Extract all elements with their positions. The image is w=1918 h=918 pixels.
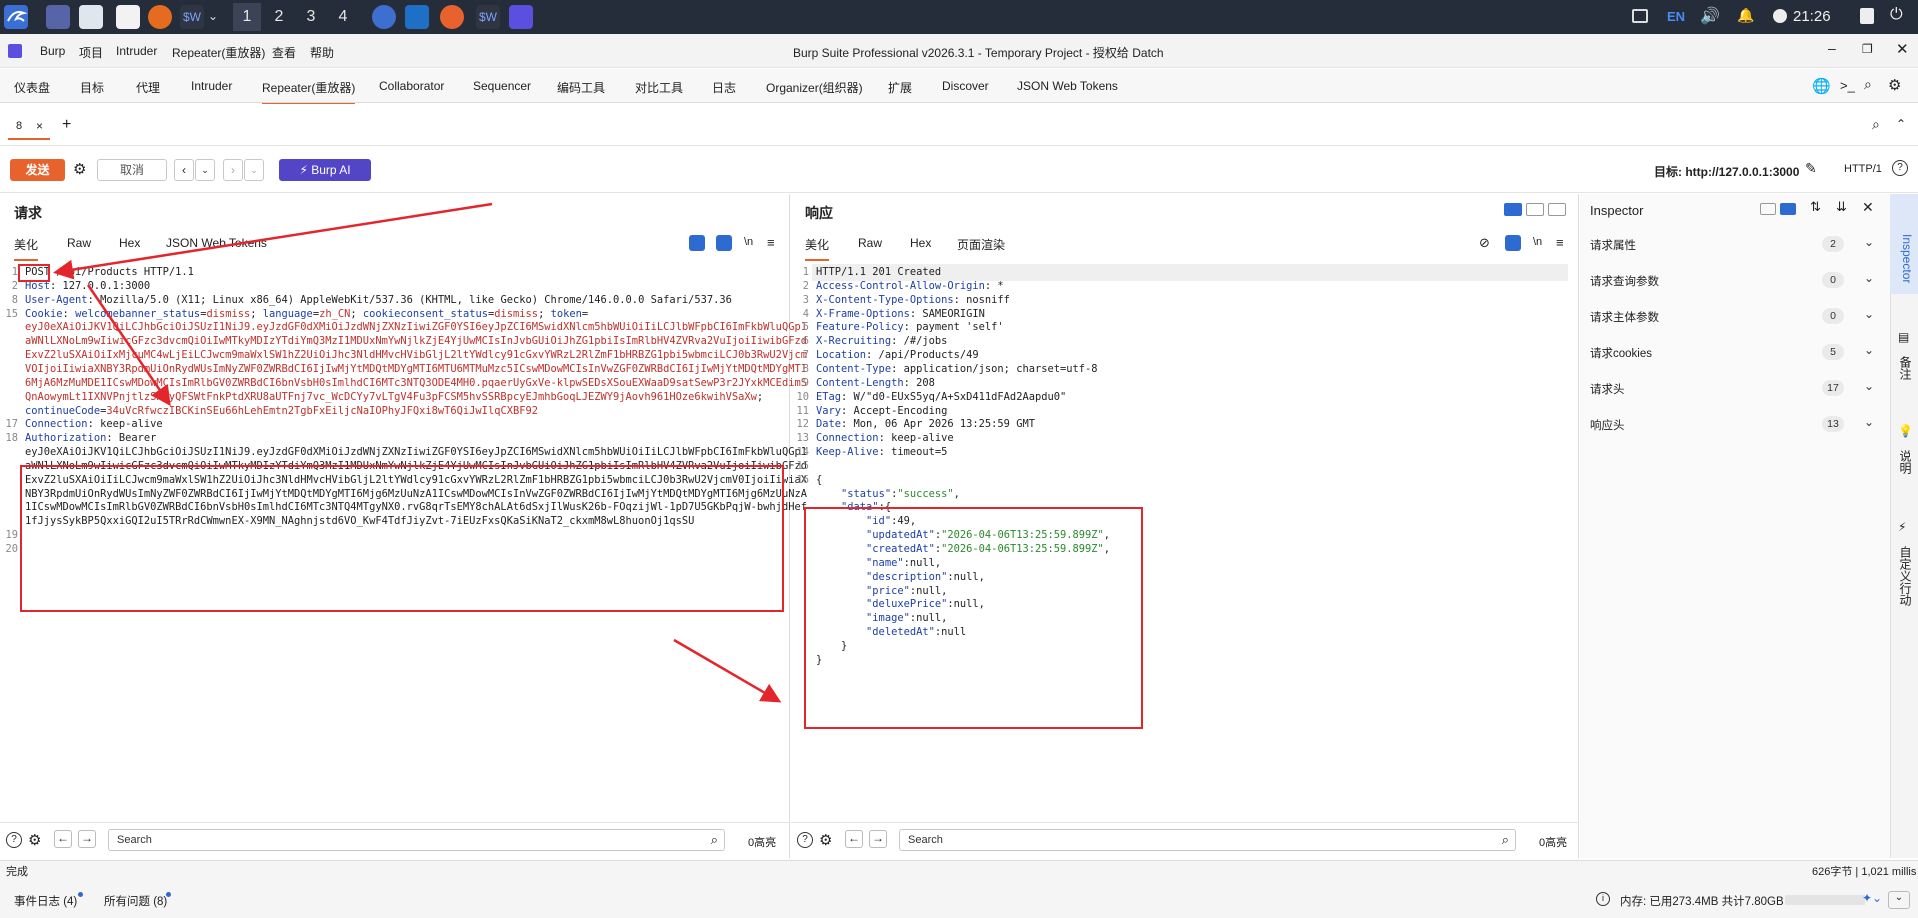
side-tab-inspector[interactable]: Inspector [1896,234,1914,283]
arrow-to-auth [86,284,171,407]
inspector-row-label: 请求头 [1590,384,1625,396]
req-search-settings-icon[interactable]: ⚙ [28,831,41,849]
res-highlight-count: 0高亮 [1539,837,1568,849]
request-search-input[interactable]: Search ⌕ [108,829,725,851]
inspector-row-count: 0 [1822,272,1844,288]
status-bytes-text: 626字节 | 1,021 millis [1812,866,1917,878]
chevron-down-icon: ⌄ [1863,343,1874,357]
status-dropdown-icon[interactable]: ⌄ [1888,891,1910,909]
request-search-bar: ? ⚙ ← → Search ⌕ 0高亮 [0,822,790,858]
inspector-row-response-headers[interactable]: 响应头 13 ⌄ [1590,409,1880,439]
chevron-down-icon: ⌄ [1863,415,1874,429]
res-next-icon[interactable]: → [869,830,887,848]
chevron-down-icon: ⌄ [1863,235,1874,249]
chevron-down-icon: ⌄ [1863,379,1874,393]
inspector-layout-1-icon[interactable] [1760,203,1776,215]
req-search-icon: ⌕ [710,832,718,847]
inspector-layout-2-icon[interactable] [1780,203,1796,215]
status-done-text: 完成 [6,866,28,878]
inspector-row-label: 请求主体参数 [1590,312,1659,324]
memory-usage-text: 内存: 已用273.4MB 共计7.80GB [1620,896,1784,908]
req-search-placeholder: Search [117,834,152,846]
inspector-row-label: 请求查询参数 [1590,276,1659,288]
inspector-row-request-attributes[interactable]: 请求属性 2 ⌄ [1590,229,1880,259]
ai-status-icon[interactable]: ✦⌄ [1862,891,1882,905]
req-next-icon[interactable]: → [78,830,96,848]
event-log-button[interactable]: 事件日志 (4) [14,893,77,909]
inspector-close-icon[interactable]: ✕ [1862,199,1874,216]
inspector-row-label: 请求cookies [1590,348,1652,360]
inspector-collapse-icon[interactable]: ⇊ [1836,199,1847,215]
res-search-settings-icon[interactable]: ⚙ [819,831,832,849]
side-tab-explanation[interactable]: 说明 [1896,450,1914,474]
arrow-to-response [673,638,782,703]
response-search-input[interactable]: Search ⌕ [899,829,1516,851]
status-bar: 完成 626字节 | 1,021 millis 事件日志 (4) 所有问题 (8… [0,860,1918,918]
bolt-icon[interactable]: ⚡ [1898,520,1906,534]
info-icon[interactable]: i [1596,892,1610,906]
inspector-row-request-headers[interactable]: 请求头 17 ⌄ [1590,373,1880,403]
req-highlight-count: 0高亮 [748,837,777,849]
inspector-row-cookies[interactable]: 请求cookies 5 ⌄ [1590,337,1880,367]
res-search-icon: ⌕ [1501,832,1509,847]
event-log-dot-icon [78,892,83,897]
arrow-to-post [53,202,493,280]
all-issues-button[interactable]: 所有问题 (8) [104,893,167,909]
chevron-down-icon: ⌄ [1863,307,1874,321]
req-help-icon[interactable]: ? [6,832,22,848]
inspector-row-count: 17 [1822,380,1844,396]
side-tab-notes[interactable]: 备注 [1896,356,1914,380]
response-search-bar: ? ⚙ ← → Search ⌕ 0高亮 [791,822,1579,858]
inspector-row-label: 响应头 [1590,420,1625,432]
inspector-row-count: 0 [1822,308,1844,324]
res-search-placeholder: Search [908,834,943,846]
inspector-row-count: 2 [1822,236,1844,252]
inspector-row-body-params[interactable]: 请求主体参数 0 ⌄ [1590,301,1880,331]
notes-icon[interactable]: ▤ [1898,330,1909,344]
memory-bar [1785,895,1865,905]
res-help-icon[interactable]: ? [797,832,813,848]
inspector-row-query-params[interactable]: 请求查询参数 0 ⌄ [1590,265,1880,295]
inspector-row-count: 5 [1822,344,1844,360]
res-prev-icon[interactable]: ← [845,830,863,848]
side-tab-custom-actions[interactable]: 自定义行动 [1896,546,1914,606]
inspector-row-count: 13 [1822,416,1844,432]
bulb-icon[interactable]: 💡 [1898,424,1913,438]
issues-dot-icon [166,892,171,897]
inspector-row-label: 请求属性 [1590,240,1636,252]
chevron-down-icon: ⌄ [1863,271,1874,285]
inspector-title: Inspector [1590,203,1644,218]
req-prev-icon[interactable]: ← [54,830,72,848]
inspector-sort-icon[interactable]: ⇅ [1810,199,1821,215]
